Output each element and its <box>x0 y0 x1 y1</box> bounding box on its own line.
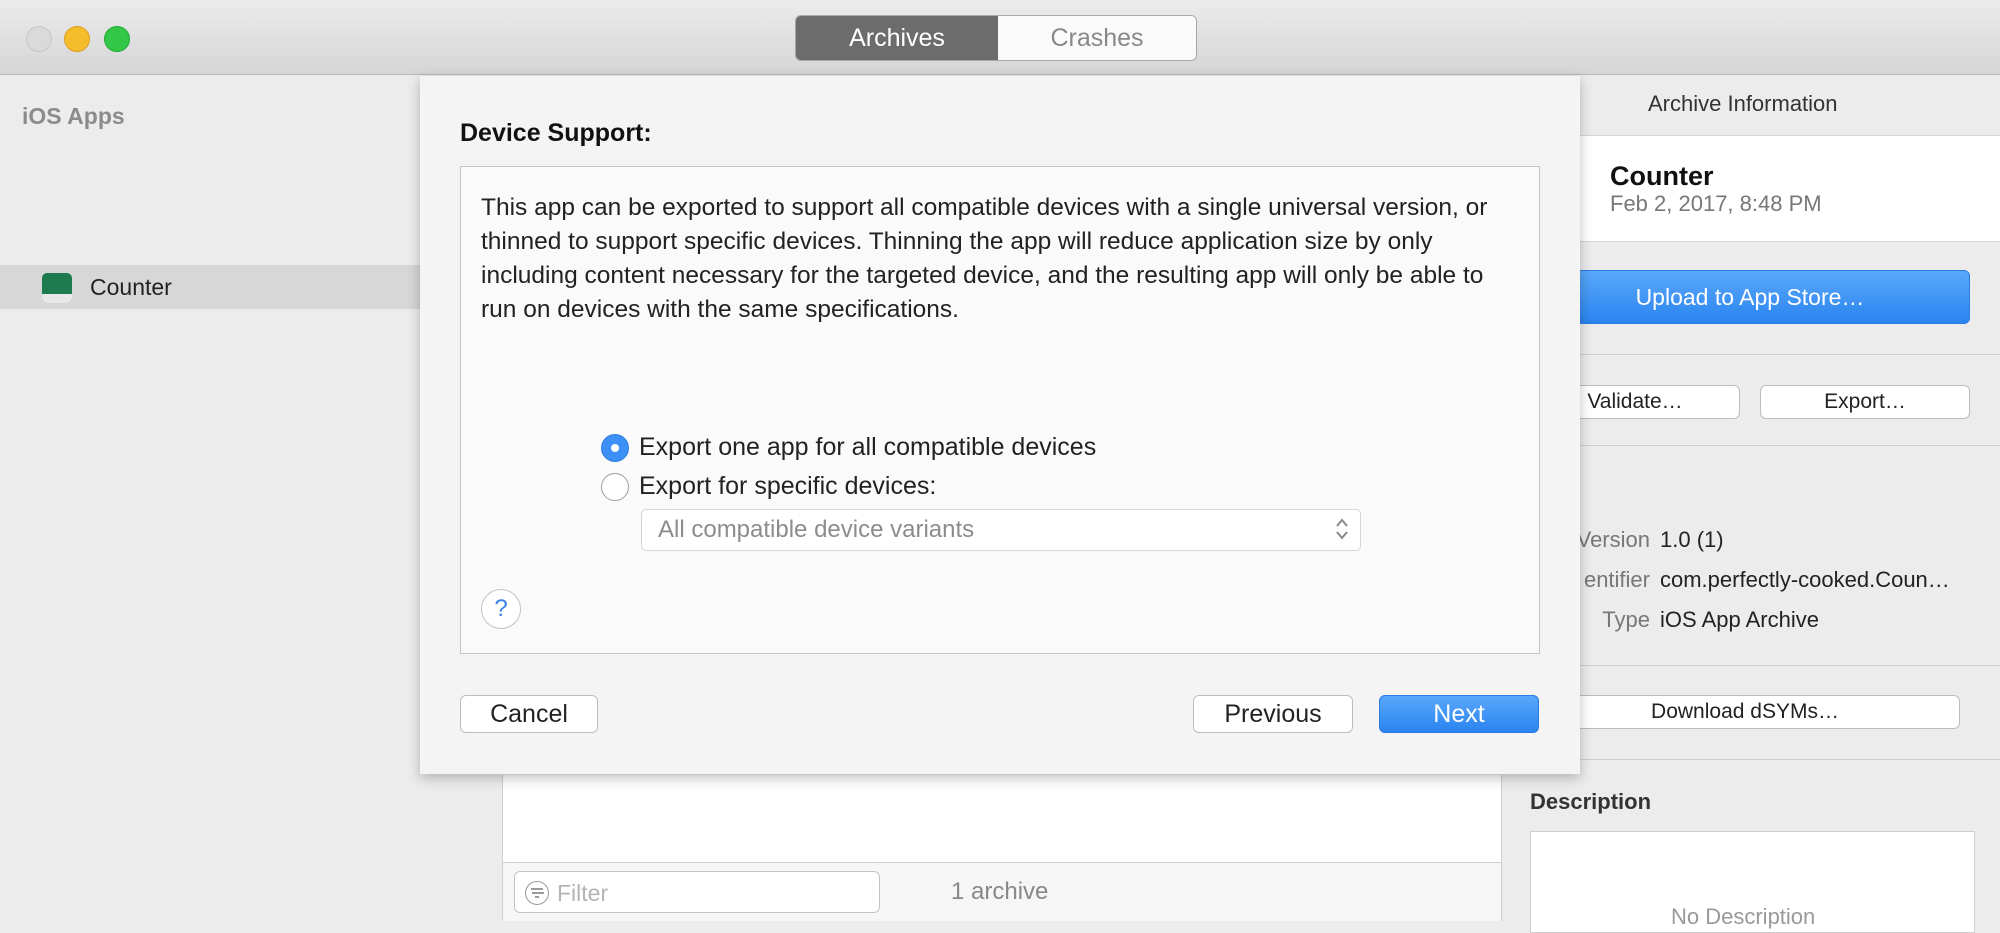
archive-inspector: Archive Information Counter Feb 2, 2017,… <box>1530 75 2000 933</box>
archive-list-footer: Filter 1 archive <box>502 862 1502 921</box>
export-button[interactable]: Export… <box>1760 385 1970 419</box>
sheet-title: Device Support: <box>460 119 652 147</box>
device-variant-popup[interactable]: All compatible device variants <box>641 509 1361 551</box>
filter-field[interactable]: Filter <box>514 871 880 913</box>
next-button[interactable]: Next <box>1379 695 1539 733</box>
divider <box>1530 759 2000 760</box>
filter-placeholder: Filter <box>557 880 609 906</box>
filter-icon <box>525 881 549 905</box>
archive-count: 1 archive <box>951 878 1049 905</box>
option-all-devices-label: Export one app for all compatible device… <box>639 433 1097 461</box>
archive-app-name: Counter <box>1610 161 1714 191</box>
sidebar-item-label: Counter <box>90 274 172 300</box>
app-icon <box>42 273 72 303</box>
help-button[interactable]: ? <box>481 589 521 629</box>
sidebar-header: iOS Apps <box>22 103 125 129</box>
sidebar-item-counter[interactable]: Counter <box>0 265 420 309</box>
archive-date: Feb 2, 2017, 8:48 PM <box>1610 191 1822 216</box>
tab-crashes[interactable]: Crashes <box>998 16 1196 60</box>
previous-button[interactable]: Previous <box>1193 695 1353 733</box>
title-bar: Archives Crashes <box>0 0 2000 75</box>
divider <box>1530 445 2000 446</box>
option-specific-devices[interactable]: Export for specific devices: <box>601 472 936 501</box>
description-placeholder: No Description <box>1671 904 1816 929</box>
close-window-button[interactable] <box>26 26 52 52</box>
archive-summary: Counter Feb 2, 2017, 8:48 PM <box>1530 135 2000 242</box>
description-field[interactable]: No Description <box>1530 831 1975 933</box>
organizer-tab-control: Archives Crashes <box>795 15 1197 61</box>
chevron-updown-icon <box>1334 516 1350 542</box>
divider <box>1530 665 2000 666</box>
radio-all-devices[interactable] <box>601 433 629 462</box>
identifier-value: com.perfectly-cooked.Coun… <box>1660 567 1950 592</box>
option-specific-devices-label: Export for specific devices: <box>639 472 937 500</box>
inspector-title: Archive Information <box>1648 91 1838 116</box>
device-support-box: This app can be exported to support all … <box>460 166 1540 654</box>
option-all-devices[interactable]: Export one app for all compatible device… <box>601 433 1096 462</box>
radio-specific-devices[interactable] <box>601 472 629 501</box>
sidebar: iOS Apps Counter <box>0 75 420 920</box>
version-value: 1.0 (1) <box>1660 527 1724 552</box>
divider <box>1530 354 2000 355</box>
zoom-window-button[interactable] <box>104 26 130 52</box>
minimize-window-button[interactable] <box>64 26 90 52</box>
cancel-button[interactable]: Cancel <box>460 695 598 733</box>
device-variant-value: All compatible device variants <box>658 516 975 543</box>
upload-to-app-store-button[interactable]: Upload to App Store… <box>1530 270 1970 324</box>
tab-archives[interactable]: Archives <box>796 16 998 60</box>
device-support-description: This app can be exported to support all … <box>481 194 1488 323</box>
description-heading: Description <box>1530 789 1652 814</box>
type-value: iOS App Archive <box>1660 607 1819 632</box>
download-dsyms-button[interactable]: Download dSYMs… <box>1530 695 1960 729</box>
export-options-sheet: Device Support: This app can be exported… <box>420 76 1580 774</box>
